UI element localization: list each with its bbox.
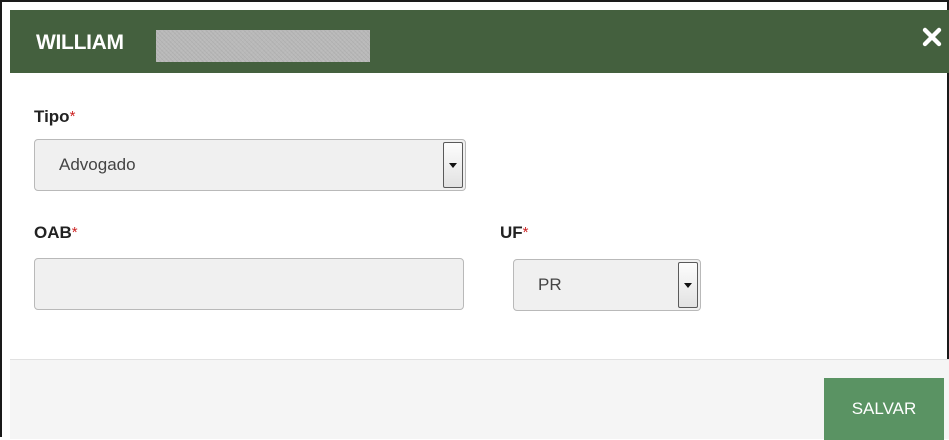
uf-select[interactable]: PR	[513, 259, 701, 311]
oab-required-mark: *	[71, 224, 78, 241]
oab-label: OAB*	[34, 223, 78, 243]
tipo-select[interactable]: Advogado	[34, 139, 466, 191]
tipo-required-mark: *	[69, 108, 76, 125]
redacted-name-block	[156, 30, 370, 62]
oab-label-text: OAB	[34, 223, 72, 242]
tipo-select-value: Advogado	[59, 155, 136, 174]
modal-body: Tipo* Advogado OAB* UF* PR	[10, 73, 949, 359]
uf-label: UF*	[500, 223, 529, 243]
tipo-label-text: Tipo	[34, 107, 70, 126]
oab-input[interactable]	[34, 258, 464, 310]
chevron-down-icon[interactable]	[678, 262, 698, 308]
chevron-down-icon[interactable]	[443, 142, 463, 188]
modal-footer: SALVAR	[10, 359, 949, 440]
save-button[interactable]: SALVAR	[824, 378, 944, 440]
close-icon[interactable]	[921, 26, 943, 48]
uf-label-text: UF	[500, 223, 523, 242]
tipo-label: Tipo*	[34, 107, 75, 127]
modal-dialog: WILLIAM Tipo* Advogado OAB* UF* PR SALVA…	[0, 0, 949, 440]
uf-select-value: PR	[538, 275, 562, 294]
uf-required-mark: *	[522, 224, 529, 241]
modal-title: WILLIAM	[36, 31, 124, 54]
modal-header: WILLIAM	[10, 10, 949, 73]
